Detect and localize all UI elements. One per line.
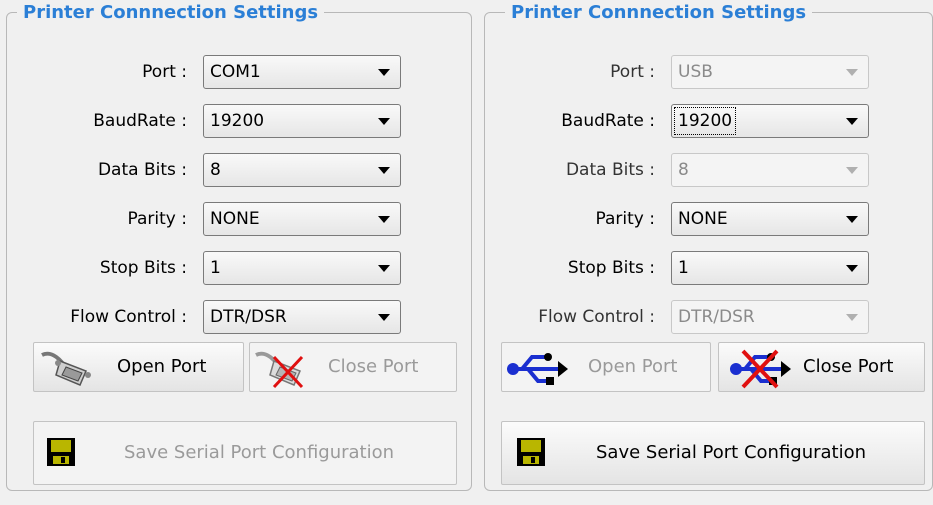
baudrate-row: BaudRate : 19200	[7, 104, 467, 138]
flowcontrol-label: Flow Control :	[70, 307, 187, 327]
baudrate-label: BaudRate :	[561, 111, 655, 131]
stopbits-select[interactable]: 1	[671, 251, 869, 285]
databits-value: 8	[678, 160, 689, 180]
group-title: Printer Connnection Settings	[505, 3, 813, 23]
databits-value: 8	[210, 160, 221, 180]
chevron-down-icon[interactable]	[846, 167, 858, 174]
port-value: USB	[678, 62, 713, 82]
databits-select[interactable]: 8	[203, 153, 401, 187]
stopbits-value: 1	[678, 258, 689, 278]
stopbits-label: Stop Bits :	[99, 258, 187, 278]
usb-icon	[507, 353, 568, 385]
stopbits-value: 1	[210, 258, 221, 278]
chevron-down-icon[interactable]	[378, 265, 390, 272]
databits-select[interactable]: 8	[671, 153, 869, 187]
close-port-label: Close Port	[803, 356, 894, 377]
flowcontrol-row: Flow Control : DTR/DSR	[485, 300, 925, 334]
usb-disconnect-icon	[730, 349, 791, 389]
save-configuration-button[interactable]: Save Serial Port Configuration	[501, 421, 925, 485]
baudrate-select[interactable]: 19200	[203, 104, 401, 138]
flowcontrol-select[interactable]: DTR/DSR	[203, 300, 401, 334]
open-port-label: Open Port	[588, 356, 678, 377]
chevron-down-icon[interactable]	[846, 265, 858, 272]
chevron-down-icon[interactable]	[846, 118, 858, 125]
stopbits-label: Stop Bits :	[567, 258, 655, 278]
baudrate-value: 19200	[673, 107, 737, 135]
baudrate-row: BaudRate : 19200	[485, 104, 925, 138]
chevron-down-icon[interactable]	[378, 69, 390, 76]
port-select[interactable]: COM1	[203, 55, 401, 89]
chevron-down-icon[interactable]	[378, 118, 390, 125]
flowcontrol-select[interactable]: DTR/DSR	[671, 300, 869, 334]
floppy-disk-icon	[47, 438, 75, 466]
close-port-button[interactable]: Close Port	[249, 342, 457, 392]
databits-label: Data Bits :	[565, 160, 655, 180]
databits-row: Data Bits : 8	[485, 153, 925, 187]
port-row: Port : COM1	[7, 55, 467, 89]
save-configuration-button[interactable]: Save Serial Port Configuration	[33, 421, 457, 485]
connection-settings-group-right: Printer Connnection Settings Port : USB …	[484, 3, 933, 491]
flowcontrol-row: Flow Control : DTR/DSR	[7, 300, 467, 334]
open-port-label: Open Port	[117, 356, 207, 377]
flowcontrol-value: DTR/DSR	[678, 307, 755, 327]
chevron-down-icon[interactable]	[846, 69, 858, 76]
close-port-button[interactable]: Close Port	[718, 342, 925, 392]
parity-row: Parity : NONE	[7, 202, 467, 236]
group-title: Printer Connnection Settings	[17, 3, 325, 23]
serial-cable-disconnect-icon	[255, 351, 304, 389]
parity-select[interactable]: NONE	[671, 202, 869, 236]
parity-row: Parity : NONE	[485, 202, 925, 236]
baudrate-label: BaudRate :	[93, 111, 187, 131]
parity-select[interactable]: NONE	[203, 202, 401, 236]
port-select[interactable]: USB	[671, 55, 869, 89]
parity-value: NONE	[678, 209, 728, 229]
flowcontrol-label: Flow Control :	[538, 307, 655, 327]
baudrate-select[interactable]: 19200	[671, 104, 869, 138]
port-label: Port :	[142, 62, 187, 82]
open-port-button[interactable]: Open Port	[33, 342, 244, 392]
stopbits-row: Stop Bits : 1	[7, 251, 467, 285]
floppy-disk-icon	[517, 438, 545, 466]
baudrate-value: 19200	[210, 111, 265, 131]
serial-cable-icon	[41, 351, 91, 386]
save-configuration-label: Save Serial Port Configuration	[596, 442, 867, 463]
stopbits-row: Stop Bits : 1	[485, 251, 925, 285]
chevron-down-icon[interactable]	[378, 167, 390, 174]
close-port-label: Close Port	[328, 356, 419, 377]
databits-label: Data Bits :	[97, 160, 187, 180]
parity-value: NONE	[210, 209, 260, 229]
port-value: COM1	[210, 62, 261, 82]
parity-label: Parity :	[595, 209, 655, 229]
port-label: Port :	[610, 62, 655, 82]
stopbits-select[interactable]: 1	[203, 251, 401, 285]
chevron-down-icon[interactable]	[846, 314, 858, 321]
open-port-button[interactable]: Open Port	[501, 342, 711, 392]
chevron-down-icon[interactable]	[846, 216, 858, 223]
databits-row: Data Bits : 8	[7, 153, 467, 187]
flowcontrol-value: DTR/DSR	[210, 307, 287, 327]
port-row: Port : USB	[485, 55, 925, 89]
connection-settings-group-left: Printer Connnection Settings Port : COM1…	[6, 3, 472, 491]
save-configuration-label: Save Serial Port Configuration	[124, 442, 395, 463]
chevron-down-icon[interactable]	[378, 216, 390, 223]
chevron-down-icon[interactable]	[378, 314, 390, 321]
parity-label: Parity :	[127, 209, 187, 229]
